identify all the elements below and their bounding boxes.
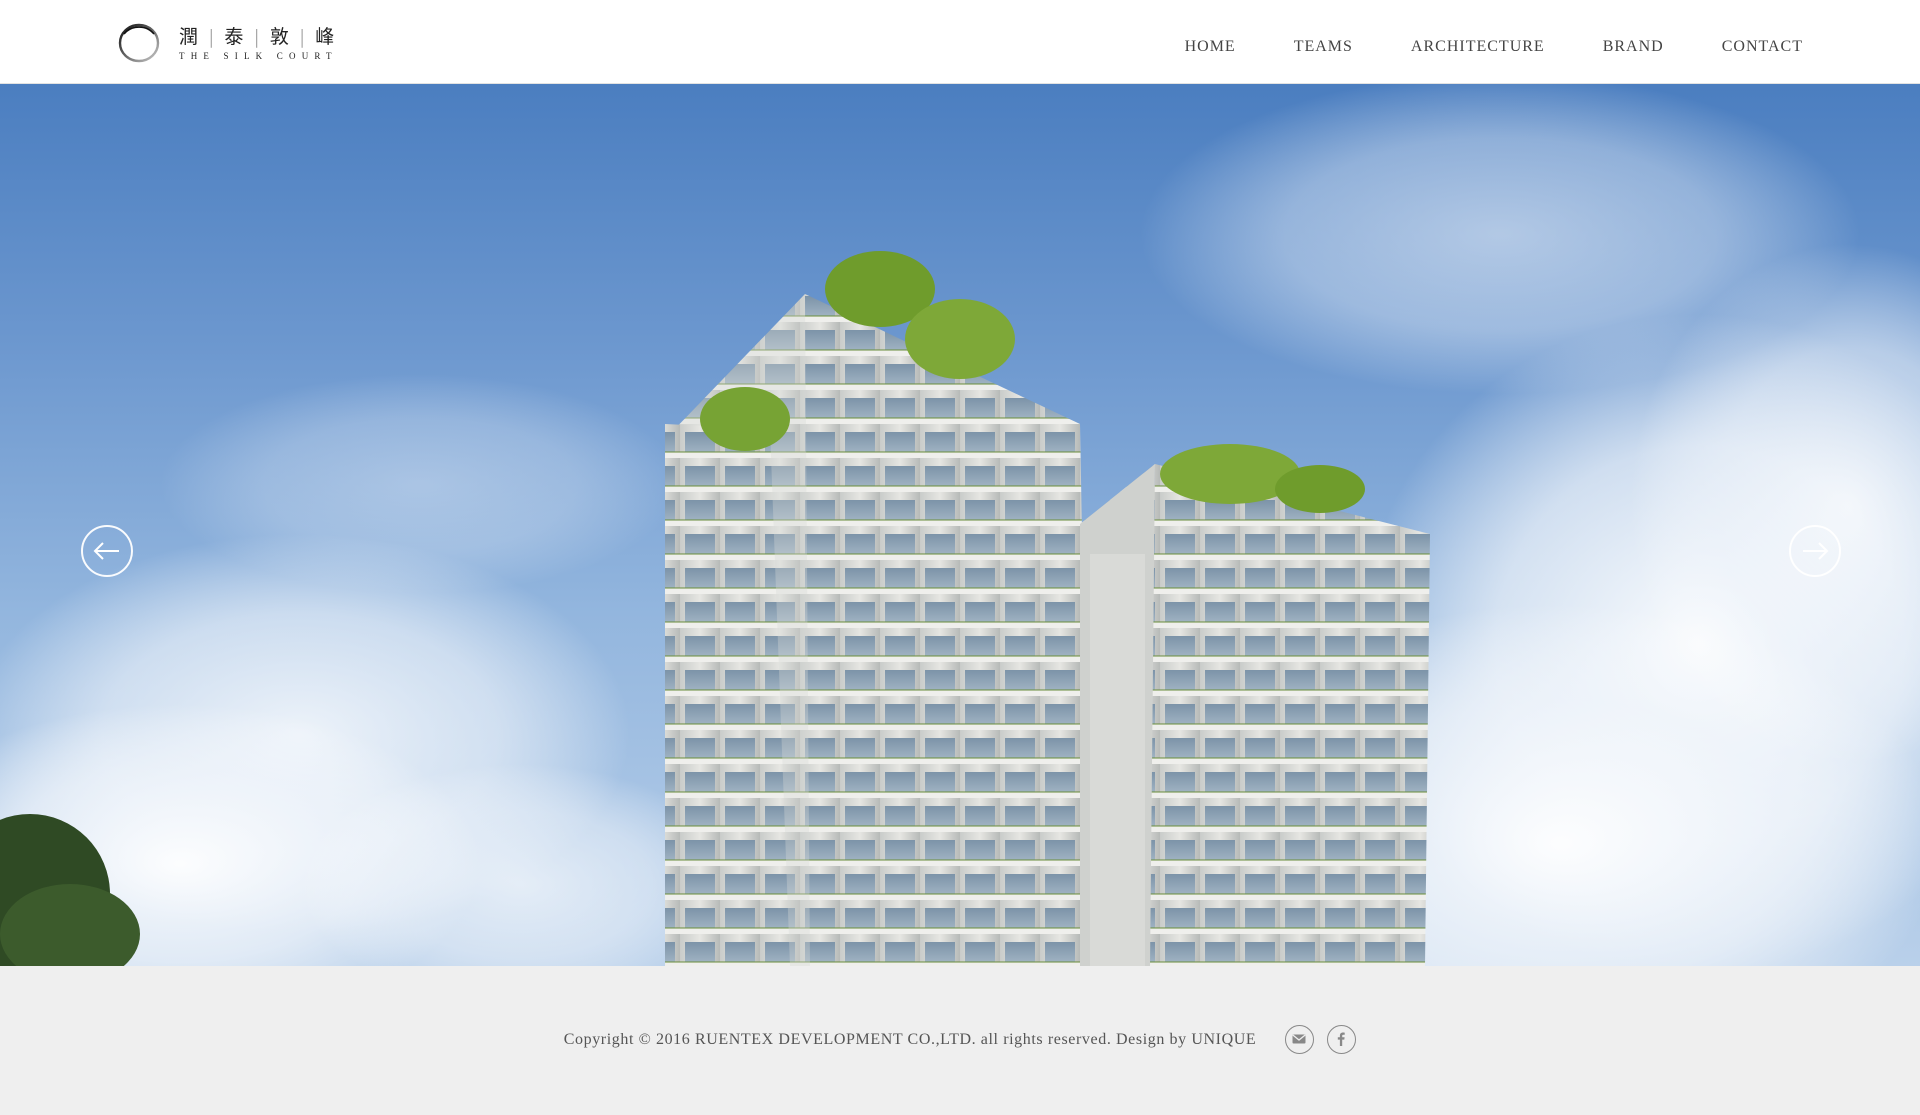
- hero-image: [0, 84, 1920, 966]
- facebook-icon: [1338, 1032, 1345, 1046]
- site-footer: Copyright © 2016 RUENTEX DEVELOPMENT CO.…: [0, 966, 1920, 1115]
- logo-chinese-name: 潤 | 泰 | 敦 | 峰: [179, 25, 336, 48]
- main-nav: HOME TEAMS ARCHITECTURE BRAND CONTACT: [1127, 38, 1803, 56]
- copyright-text: Copyright © 2016 RUENTEX DEVELOPMENT CO.…: [563, 1030, 1257, 1048]
- logo-char-4: 峰: [315, 25, 336, 48]
- logo-text: 潤 | 泰 | 敦 | 峰 The Silk Court: [179, 26, 338, 61]
- slider-next-button[interactable]: [1789, 525, 1841, 577]
- slider-prev-button[interactable]: [81, 525, 133, 577]
- mail-button[interactable]: [1285, 1025, 1315, 1054]
- arrow-right-icon: [1803, 542, 1829, 560]
- logo-char-2: 泰: [224, 25, 245, 48]
- nav-teams[interactable]: TEAMS: [1294, 38, 1353, 56]
- arrow-left-icon: [93, 542, 119, 560]
- hero-slider: [0, 84, 1920, 966]
- mail-icon: [1292, 1034, 1306, 1044]
- logo-english-name: The Silk Court: [179, 50, 338, 61]
- logo-ring-icon: [118, 23, 160, 63]
- nav-brand[interactable]: BRAND: [1603, 38, 1664, 56]
- nav-architecture[interactable]: ARCHITECTURE: [1411, 38, 1545, 56]
- site-logo[interactable]: 潤 | 泰 | 敦 | 峰 The Silk Court: [117, 22, 338, 64]
- site-header: 潤 | 泰 | 敦 | 峰 The Silk Court HOME TEAMS ARCHIT…: [0, 0, 1920, 84]
- logo-char-1: 潤: [179, 25, 200, 48]
- logo-char-3: 敦: [269, 25, 290, 48]
- social-links: [1272, 1025, 1357, 1054]
- facebook-button[interactable]: [1327, 1025, 1357, 1054]
- nav-home[interactable]: HOME: [1185, 38, 1236, 56]
- nav-contact[interactable]: CONTACT: [1722, 38, 1803, 56]
